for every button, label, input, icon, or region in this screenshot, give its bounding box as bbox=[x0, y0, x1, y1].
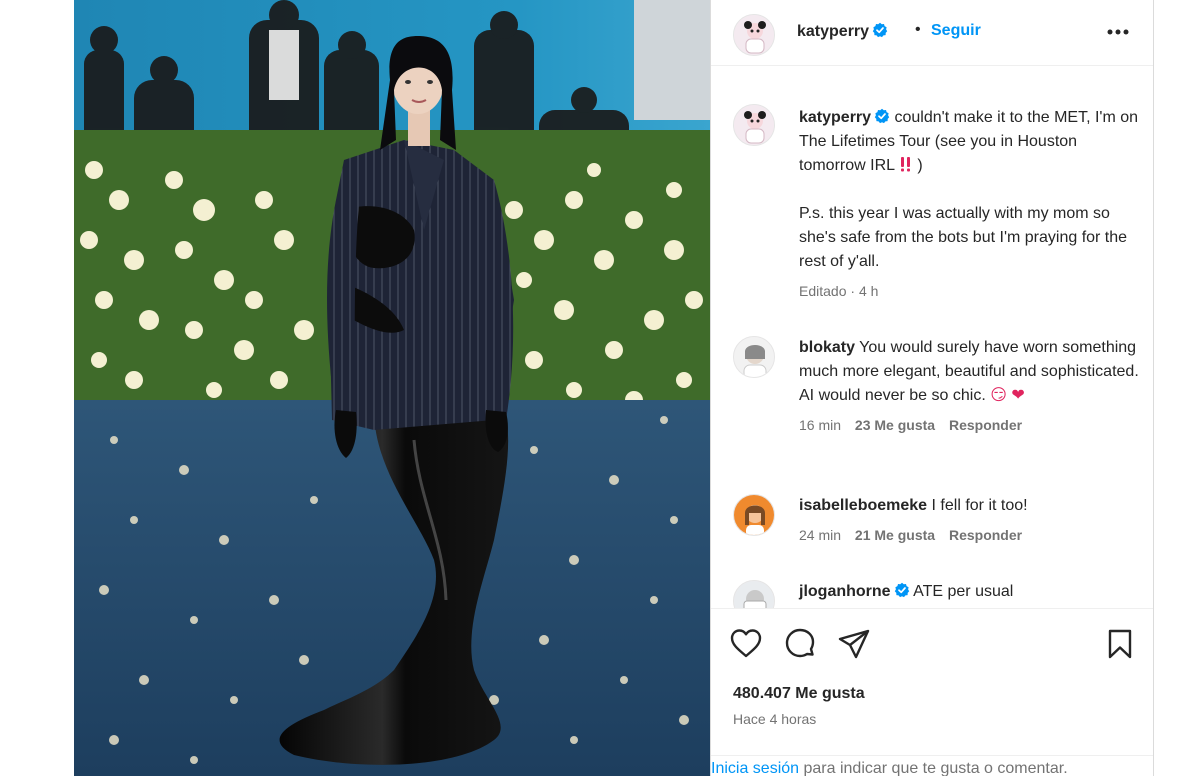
comment-meta: 24 min 21 Me gusta Responder bbox=[799, 526, 1139, 544]
comment-likes[interactable]: 21 Me gusta bbox=[855, 527, 935, 543]
follow-button[interactable]: Seguir bbox=[931, 22, 981, 40]
verified-badge-icon bbox=[874, 108, 890, 124]
comment-time[interactable]: 16 min bbox=[799, 417, 841, 433]
bookmark-icon[interactable] bbox=[1103, 627, 1137, 661]
header-separator: • bbox=[915, 21, 921, 38]
double-exclamation-icon bbox=[900, 157, 910, 172]
post-side-panel: katyperry • Seguir katyperry couldn't ma… bbox=[710, 0, 1154, 776]
comment-emoji: 😏 ❤ bbox=[990, 387, 1025, 404]
verified-badge-icon bbox=[872, 22, 888, 38]
caption-meta-separator: · bbox=[846, 283, 859, 299]
caption-text-line2: P.s. this year I was actually with my mo… bbox=[799, 205, 1128, 270]
avatar-image bbox=[734, 495, 774, 535]
comment-message: I fell for it too! bbox=[931, 497, 1028, 514]
met-gala-photo bbox=[74, 0, 710, 776]
login-prompt: Inicia sesión para indicar que te gusta … bbox=[711, 755, 1153, 776]
caption-username[interactable]: katyperry bbox=[799, 109, 871, 126]
heart-icon[interactable] bbox=[729, 627, 763, 661]
comment-text: isabelleboemeke I fell for it too! bbox=[799, 494, 1139, 518]
comment-reply-button[interactable]: Responder bbox=[949, 417, 1022, 433]
comment-username[interactable]: isabelleboemeke bbox=[799, 497, 927, 514]
post-photo[interactable] bbox=[74, 0, 710, 776]
posted-time[interactable]: Hace 4 horas bbox=[733, 711, 816, 727]
author-avatar[interactable] bbox=[733, 14, 775, 56]
comments-list[interactable]: katyperry couldn't make it to the MET, I… bbox=[711, 66, 1153, 608]
verified-badge-icon bbox=[894, 582, 909, 598]
comment-message: ATE per usual bbox=[913, 583, 1014, 600]
comment-avatar[interactable] bbox=[733, 336, 775, 378]
comment-avatar[interactable] bbox=[733, 580, 775, 608]
login-prompt-text: para indicar que te gusta o comentar. bbox=[799, 760, 1068, 776]
comment-reply-button[interactable]: Responder bbox=[949, 527, 1022, 543]
comment-body: blokaty You would surely have worn somet… bbox=[799, 336, 1139, 434]
author-username[interactable]: katyperry bbox=[797, 22, 888, 41]
comment-time[interactable]: 24 min bbox=[799, 527, 841, 543]
caption-edited-label: Editado bbox=[799, 283, 847, 299]
avatar-image bbox=[734, 105, 774, 145]
post-actions: 480.407 Me gusta Hace 4 horas Inicia ses… bbox=[711, 608, 1153, 776]
caption-author-avatar[interactable] bbox=[733, 104, 775, 146]
avatar-image bbox=[734, 15, 774, 55]
comment-body: jloganhorne ATE per usual bbox=[799, 580, 1139, 604]
login-link[interactable]: Inicia sesión bbox=[711, 760, 799, 776]
avatar-image bbox=[734, 581, 774, 608]
comment-text: blokaty You would surely have worn somet… bbox=[799, 336, 1139, 408]
likes-count[interactable]: 480.407 Me gusta bbox=[733, 685, 865, 703]
comment-username[interactable]: blokaty bbox=[799, 339, 855, 356]
comment-meta: 16 min 23 Me gusta Responder bbox=[799, 416, 1139, 434]
post-header: katyperry • Seguir bbox=[711, 0, 1153, 66]
comment-body: isabelleboemeke I fell for it too! 24 mi… bbox=[799, 494, 1139, 544]
caption-body: katyperry couldn't make it to the MET, I… bbox=[799, 106, 1139, 300]
caption-text: katyperry couldn't make it to the MET, I… bbox=[799, 106, 1139, 178]
caption-meta: Editado · 4 h bbox=[799, 282, 1139, 300]
caption-time[interactable]: 4 h bbox=[859, 283, 878, 299]
comment-username[interactable]: jloganhorne bbox=[799, 583, 891, 600]
comment-bubble-icon[interactable] bbox=[783, 627, 817, 661]
comment-text: jloganhorne ATE per usual bbox=[799, 580, 1139, 604]
caption-text-line1-end: ) bbox=[917, 157, 923, 174]
comment-likes[interactable]: 23 Me gusta bbox=[855, 417, 935, 433]
author-username-text[interactable]: katyperry bbox=[797, 23, 869, 40]
paper-plane-icon[interactable] bbox=[837, 627, 871, 661]
comment-avatar[interactable] bbox=[733, 494, 775, 536]
more-options-icon[interactable] bbox=[1105, 22, 1131, 42]
avatar-image bbox=[734, 337, 774, 377]
